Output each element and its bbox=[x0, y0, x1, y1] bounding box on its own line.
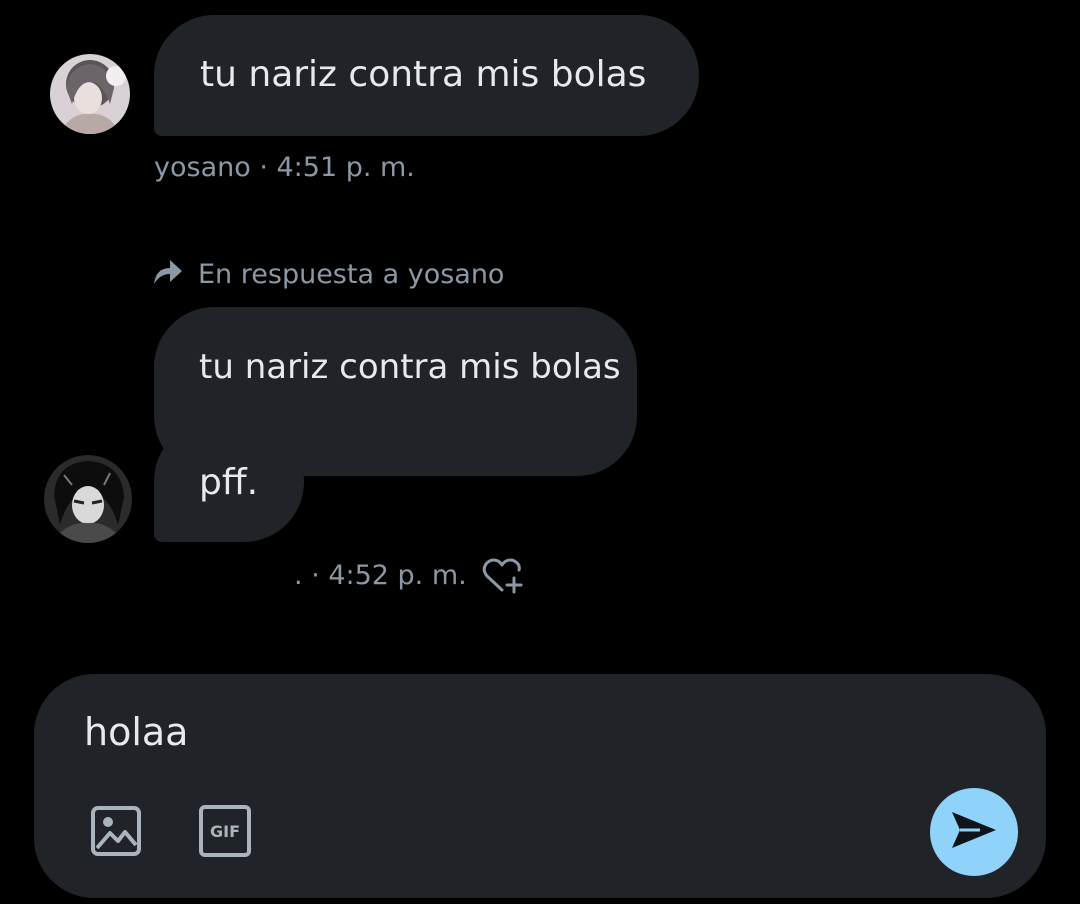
gif-icon[interactable]: GIF bbox=[198, 804, 252, 858]
message-composer: GIF bbox=[34, 674, 1046, 898]
message-text: pff. bbox=[199, 462, 259, 503]
message-bubble[interactable]: tu nariz contra mis bolas bbox=[154, 15, 699, 136]
message-bubble[interactable]: pff. bbox=[154, 421, 304, 542]
message-text: tu nariz contra mis bolas bbox=[200, 54, 647, 95]
message-meta: . · 4:52 p. m. bbox=[294, 560, 467, 591]
message-input[interactable] bbox=[84, 704, 904, 760]
send-icon bbox=[950, 810, 998, 854]
reply-arrow-icon bbox=[152, 256, 184, 293]
reply-context-label: En respuesta a yosano bbox=[198, 258, 505, 290]
quoted-message-text: tu nariz contra mis bolas bbox=[199, 347, 621, 387]
avatar-yosano[interactable] bbox=[50, 54, 130, 134]
image-icon[interactable] bbox=[89, 804, 143, 858]
send-button[interactable] bbox=[930, 788, 1018, 876]
reply-context: En respuesta a yosano bbox=[152, 254, 504, 294]
gif-label: GIF bbox=[209, 821, 240, 841]
message-meta: yosano · 4:51 p. m. bbox=[154, 152, 415, 183]
heart-plus-icon[interactable] bbox=[482, 556, 528, 596]
avatar-sender[interactable] bbox=[44, 455, 132, 543]
